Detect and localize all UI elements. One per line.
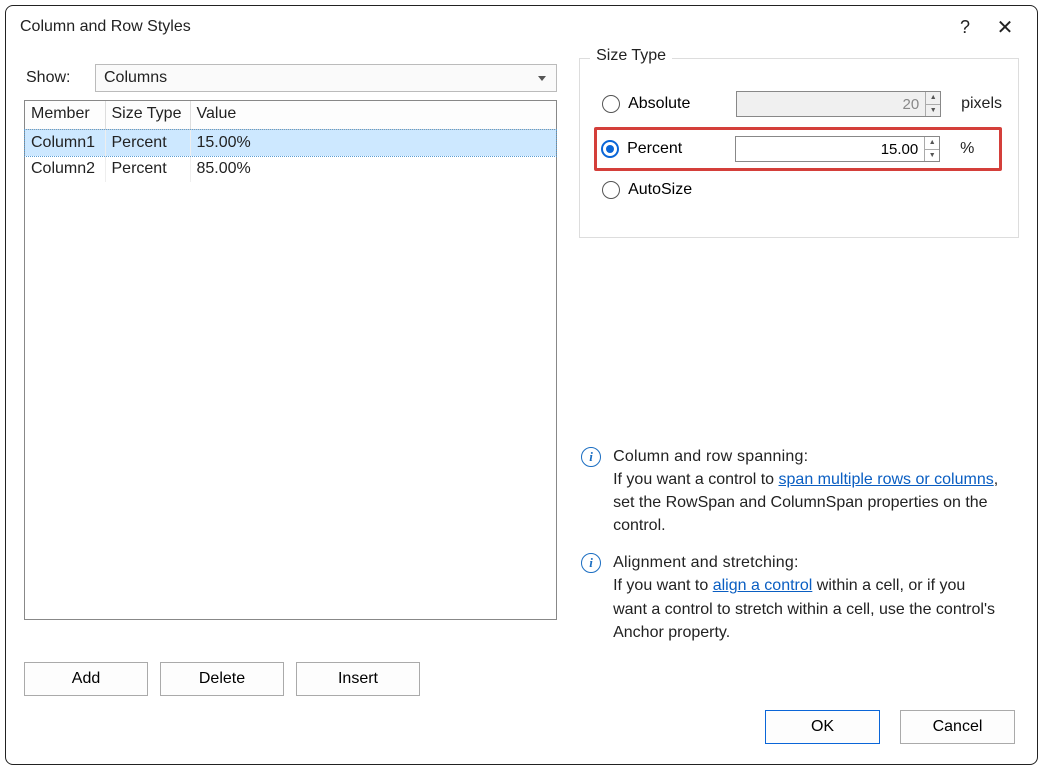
table-cell-value: 85.00% (190, 156, 556, 182)
spin-up-icon[interactable]: ▲ (925, 137, 939, 150)
percent-highlight: Percent ▲▼ % (594, 127, 1002, 171)
table-cell-member: Column1 (25, 130, 105, 157)
info-alignment-text: Alignment and stretching: If you want to… (613, 551, 1001, 644)
content-area: Show: Columns Member Size Type Value Col… (6, 50, 1037, 650)
table-cell-member: Column2 (25, 156, 105, 182)
table-cell-size_type: Percent (105, 156, 190, 182)
span-rows-columns-link[interactable]: span multiple rows or columns (779, 471, 994, 488)
members-grid[interactable]: Member Size Type Value Column1Percent15.… (24, 100, 557, 620)
show-row: Show: Columns (26, 64, 557, 92)
absolute-unit: pixels (961, 95, 1002, 113)
table-cell-size_type: Percent (105, 130, 190, 157)
absolute-row: Absolute ▲▼ pixels (602, 91, 1002, 117)
info-spanning-title: Column and row spanning: (613, 448, 808, 465)
insert-button[interactable]: Insert (296, 662, 420, 696)
grid-header-value[interactable]: Value (190, 101, 556, 130)
info-icon: i (581, 553, 601, 573)
dialog-buttons: OK Cancel (765, 710, 1015, 744)
info-spanning-pre: If you want a control to (613, 471, 778, 488)
add-button[interactable]: Add (24, 662, 148, 696)
spin-down-icon[interactable]: ▼ (925, 150, 939, 162)
size-type-title: Size Type (590, 47, 672, 65)
percent-unit: % (960, 140, 974, 158)
autosize-radio[interactable] (602, 181, 620, 199)
info-spanning: i Column and row spanning: If you want a… (581, 445, 1001, 538)
grid-header-member[interactable]: Member (25, 101, 105, 130)
right-pane: Size Type Absolute ▲▼ pixels (579, 50, 1019, 650)
size-type-group: Size Type Absolute ▲▼ pixels (579, 58, 1019, 238)
show-label: Show: (26, 69, 81, 87)
percent-spin[interactable]: ▲▼ (924, 137, 939, 161)
ok-button[interactable]: OK (765, 710, 880, 744)
dialog-title: Column and Row Styles (20, 18, 945, 36)
align-control-link[interactable]: align a control (713, 577, 813, 594)
show-dropdown-value: Columns (104, 69, 167, 87)
percent-radio-wrap[interactable]: Percent (601, 140, 721, 158)
percent-numeric-input[interactable] (736, 137, 924, 161)
percent-radio[interactable] (601, 140, 619, 158)
absolute-radio[interactable] (602, 95, 620, 113)
table-row[interactable]: Column2Percent85.00% (25, 156, 556, 182)
percent-numeric[interactable]: ▲▼ (735, 136, 940, 162)
grid-buttons: Add Delete Insert (6, 650, 1037, 696)
show-dropdown[interactable]: Columns (95, 64, 557, 92)
absolute-numeric-input[interactable] (737, 92, 925, 116)
percent-label: Percent (627, 140, 682, 158)
absolute-radio-wrap[interactable]: Absolute (602, 95, 722, 113)
spin-up-icon[interactable]: ▲ (926, 92, 940, 105)
absolute-spin[interactable]: ▲▼ (925, 92, 940, 116)
left-pane: Show: Columns Member Size Type Value Col… (24, 50, 557, 650)
titlebar: Column and Row Styles ? ✕ (6, 6, 1037, 50)
info-icon: i (581, 447, 601, 467)
close-icon[interactable]: ✕ (985, 15, 1025, 40)
absolute-numeric[interactable]: ▲▼ (736, 91, 941, 117)
grid-header-row: Member Size Type Value (25, 101, 556, 130)
help-icon[interactable]: ? (945, 17, 985, 38)
table-row[interactable]: Column1Percent15.00% (25, 130, 556, 157)
percent-row: Percent ▲▼ % (601, 136, 989, 162)
absolute-label: Absolute (628, 95, 690, 113)
grid-header-sizetype[interactable]: Size Type (105, 101, 190, 130)
spin-down-icon[interactable]: ▼ (926, 105, 940, 117)
autosize-label: AutoSize (628, 181, 692, 199)
cancel-button[interactable]: Cancel (900, 710, 1015, 744)
info-spanning-text: Column and row spanning: If you want a c… (613, 445, 1001, 538)
info-alignment-pre: If you want to (613, 577, 713, 594)
info-alignment-title: Alignment and stretching: (613, 554, 799, 571)
info-alignment: i Alignment and stretching: If you want … (581, 551, 1001, 644)
dialog-window: Column and Row Styles ? ✕ Show: Columns … (5, 5, 1038, 765)
autosize-radio-wrap[interactable]: AutoSize (602, 181, 722, 199)
delete-button[interactable]: Delete (160, 662, 284, 696)
autosize-row: AutoSize (602, 181, 1002, 199)
table-cell-value: 15.00% (190, 130, 556, 157)
